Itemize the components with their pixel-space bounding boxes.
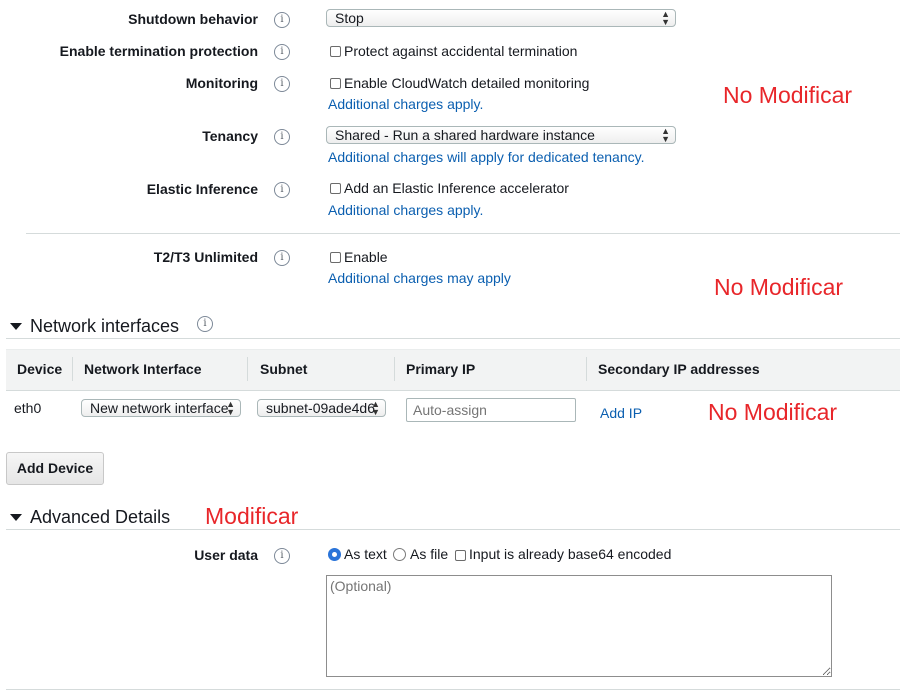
t2t3-unlimited-label: T2/T3 Unlimited [153,249,258,265]
base64-checkbox[interactable] [455,550,466,561]
network-interfaces-title[interactable]: Network interfaces [30,316,179,337]
t2t3-enable-text: Enable [344,249,388,265]
select-arrows-icon: ▲ ▼ [661,9,670,27]
divider [6,689,900,690]
add-device-button[interactable]: Add Device [6,452,104,485]
subnet-value: subnet-09ade4d6 [266,400,375,416]
as-text-label: As text [344,546,387,562]
network-interface-select[interactable]: New network interface ▲ ▼ [81,399,241,417]
column-divider [72,357,73,381]
column-divider [586,357,587,381]
tenancy-select[interactable]: Shared - Run a shared hardware instance … [326,126,676,144]
column-header-primary-ip: Primary IP [406,361,476,377]
divider [6,338,900,339]
t2t3-charges-link[interactable]: Additional charges may apply [328,270,511,286]
add-ip-link[interactable]: Add IP [600,405,642,421]
tenancy-info-icon[interactable]: i [274,129,290,145]
annotation-no-modificar-3: No Modificar [708,399,838,425]
base64-label: Input is already base64 encoded [469,546,672,562]
elastic-charges-link[interactable]: Additional charges apply. [328,202,483,218]
network-interface-value: New network interface [90,400,229,416]
as-text-radio[interactable] [328,548,341,561]
column-header-secondary-ip: Secondary IP addresses [598,361,760,377]
monitoring-text: Enable CloudWatch detailed monitoring [344,75,590,91]
subnet-select[interactable]: subnet-09ade4d6 ▲ ▼ [257,399,386,417]
tenancy-value: Shared - Run a shared hardware instance [335,127,595,143]
user-data-info-icon[interactable]: i [274,548,290,564]
t2t3-info-icon[interactable]: i [274,250,290,266]
shutdown-behavior-value: Stop [335,10,364,26]
monitoring-charges-link[interactable]: Additional charges apply. [328,96,483,112]
divider [26,233,900,234]
user-data-textarea[interactable] [326,575,832,677]
termination-info-icon[interactable]: i [274,44,290,60]
divider [6,529,900,530]
elastic-inference-text: Add an Elastic Inference accelerator [344,180,569,196]
termination-protection-label: Enable termination protection [59,43,258,59]
column-divider [247,357,248,381]
select-arrows-icon: ▲ ▼ [226,399,235,417]
user-data-label: User data [194,547,258,563]
column-header-device: Device [17,361,63,377]
select-arrows-icon: ▲ ▼ [661,126,670,144]
monitoring-label: Monitoring [185,75,258,91]
elastic-info-icon[interactable]: i [274,182,290,198]
tenancy-label: Tenancy [202,128,258,144]
annotation-no-modificar-1: No Modificar [723,82,853,108]
section-heading-cutoff [0,0,60,3]
shutdown-info-icon[interactable]: i [274,12,290,28]
primary-ip-input[interactable] [406,398,576,422]
termination-protection-text: Protect against accidental termination [344,43,578,59]
shutdown-behavior-select[interactable]: Stop ▲ ▼ [326,9,676,27]
column-header-network-interface: Network Interface [84,361,202,377]
monitoring-info-icon[interactable]: i [274,76,290,92]
collapse-caret-icon[interactable] [10,514,22,521]
tenancy-charges-link[interactable]: Additional charges will apply for dedica… [328,149,644,165]
network-info-icon[interactable]: i [197,316,213,332]
elastic-inference-checkbox[interactable] [330,183,341,194]
select-arrows-icon: ▲ ▼ [371,399,380,417]
device-eth0: eth0 [14,400,42,416]
elastic-inference-label: Elastic Inference [146,181,258,197]
annotation-no-modificar-2: No Modificar [714,274,844,300]
as-file-label: As file [410,546,449,562]
shutdown-behavior-label: Shutdown behavior [128,11,258,27]
column-divider [394,357,395,381]
termination-protection-checkbox[interactable] [330,46,341,57]
monitoring-checkbox[interactable] [330,78,341,89]
annotation-modificar: Modificar [205,503,299,529]
advanced-details-title[interactable]: Advanced Details [30,507,170,528]
as-file-radio[interactable] [393,548,406,561]
collapse-caret-icon[interactable] [10,323,22,330]
t2t3-enable-checkbox[interactable] [330,252,341,263]
column-header-subnet: Subnet [260,361,308,377]
